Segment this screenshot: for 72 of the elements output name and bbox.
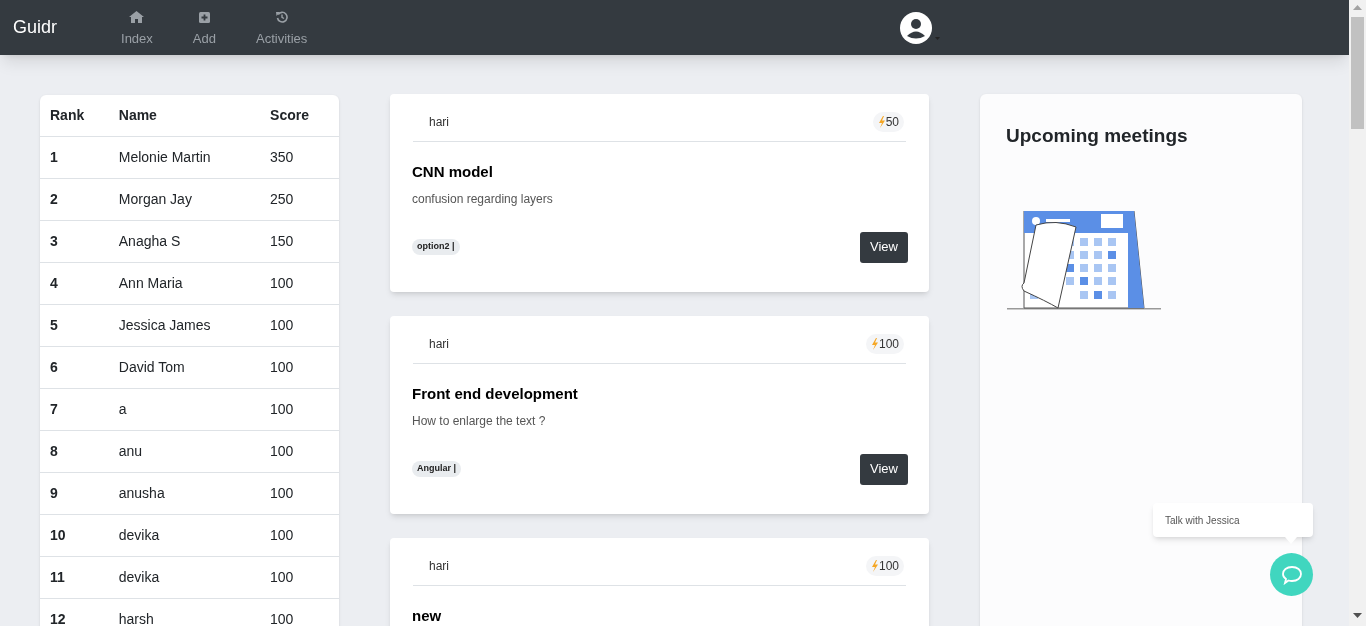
author-name: hari (429, 336, 449, 353)
tag-chip: option2 | (412, 239, 460, 255)
table-cell-text: 100 (270, 568, 295, 587)
column-header: Name (118, 106, 158, 125)
scroll-down-icon[interactable] (1353, 613, 1362, 618)
points-badge: 50 (872, 112, 904, 132)
table-cell-text: 2 (50, 190, 59, 209)
table-cell-text: 5 (50, 316, 59, 335)
table-cell-text: 100 (270, 274, 295, 293)
question-title: Front end development (412, 384, 579, 404)
table-cell-text: 11 (50, 568, 66, 587)
table-cell-text: Morgan Jay (118, 190, 193, 209)
question-title: CNN model (412, 162, 494, 182)
table-cell-text: devika (118, 568, 161, 587)
history-icon (275, 11, 288, 24)
nav-link[interactable]: Activities (249, 6, 314, 49)
column-header: Score (270, 106, 310, 125)
points-badge: 100 (865, 556, 904, 576)
question-description: confusion regarding layers (412, 190, 554, 208)
table-cell-text: devika (118, 526, 161, 545)
question-title: new (412, 606, 443, 626)
panel-title: Upcoming meetings (1006, 124, 1189, 148)
table-cell-text: 1 (50, 148, 59, 167)
table-cell-text: 12 (50, 610, 67, 626)
scrollbar[interactable] (1349, 0, 1366, 626)
table-cell-text: 100 (270, 442, 295, 461)
points-badge: 100 (865, 334, 904, 354)
column-header: Rank (50, 106, 86, 125)
table-cell-text: 3 (50, 232, 59, 251)
scroll-thumb[interactable] (1351, 17, 1364, 129)
lightning-icon (877, 116, 886, 128)
lightning-icon (870, 560, 879, 572)
question-description: How to enlarge the text ? (412, 412, 547, 430)
table-cell-text: 8 (50, 442, 59, 461)
brand-logo[interactable]: Guidr (13, 14, 57, 41)
table-cell-text: Ann Maria (118, 274, 184, 293)
speech-bubble-icon (1280, 564, 1303, 585)
table-cell-text: Anagha S (118, 232, 182, 251)
table-cell-text: 7 (50, 400, 59, 419)
table-cell-text: 6 (50, 358, 59, 377)
table-cell-text: 10 (50, 526, 67, 545)
table-cell-text: a (118, 400, 128, 419)
table-cell-text: 9 (50, 484, 59, 503)
tag-chip: Angular | (412, 461, 462, 477)
author-name: hari (429, 114, 449, 131)
nav-link[interactable]: Add (186, 6, 222, 49)
home-icon (129, 11, 145, 24)
table-cell-text: 100 (270, 316, 295, 335)
scroll-up-icon[interactable] (1353, 5, 1362, 10)
view-button[interactable]: View (860, 231, 908, 263)
table-cell-text: Jessica James (118, 316, 212, 335)
plus-square-icon (198, 12, 210, 24)
table-cell-text: 100 (270, 610, 295, 626)
table-cell-text: anu (118, 442, 144, 461)
user-avatar-icon[interactable] (900, 11, 933, 44)
nav-link[interactable]: Index (115, 6, 159, 49)
view-button[interactable]: View (860, 453, 908, 485)
table-cell-text: 100 (270, 526, 295, 545)
table-cell-text: 150 (270, 232, 295, 251)
table-cell-text: 100 (270, 484, 295, 503)
table-cell-text: David Tom (118, 358, 186, 377)
table-cell-text: 100 (270, 400, 295, 419)
table-cell-text: 250 (270, 190, 295, 209)
author-name: hari (429, 558, 449, 575)
table-cell-text: 4 (50, 274, 59, 293)
table-cell-text: 350 (270, 148, 295, 167)
table-cell-text: harsh (118, 610, 155, 626)
chat-prompt: Talk with Jessica (1153, 503, 1313, 537)
lightning-icon (870, 338, 879, 350)
table-cell-text: 100 (270, 358, 295, 377)
table-cell-text: Melonie Martin (118, 148, 212, 167)
table-cell-text: anusha (118, 484, 166, 503)
